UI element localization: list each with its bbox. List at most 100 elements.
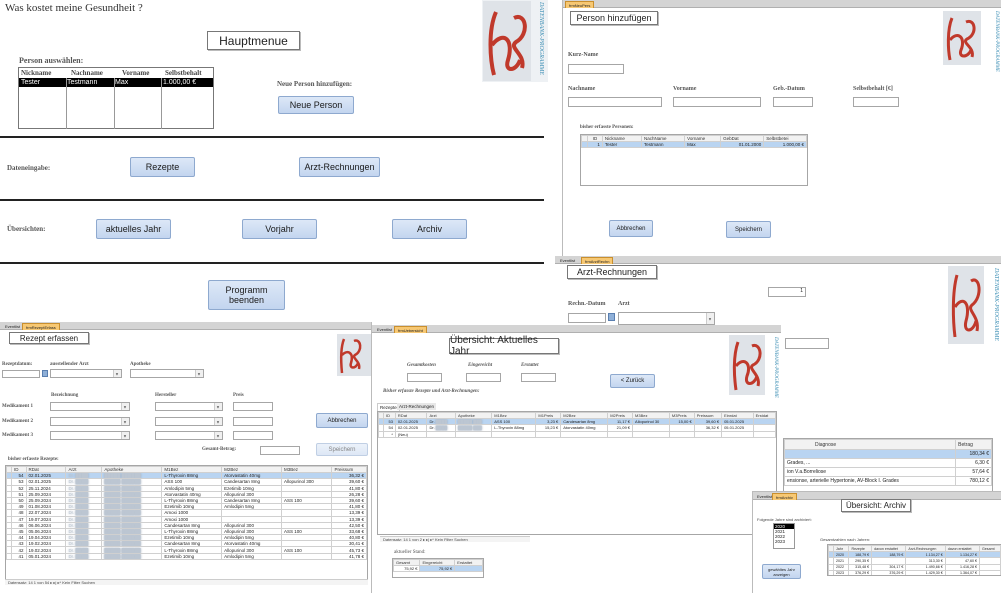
person-save-button[interactable]: Speichern — [726, 221, 771, 238]
rezept-datum-input[interactable] — [2, 370, 40, 378]
uebersicht-status-bar[interactable]: Datensatz: 14 1 von 2 ▸ ▸| ▸* Kein Filte… — [380, 536, 530, 542]
rezept-cancel-button[interactable]: Abbrechen — [316, 413, 368, 428]
arzt-select[interactable]: ▼ — [618, 312, 715, 325]
med1-maker-select[interactable]: ▼ — [155, 402, 223, 411]
kurzname-input[interactable] — [568, 64, 624, 74]
logo-text: DATENBANK-PROGRAMME — [993, 268, 999, 342]
prev-year-button[interactable]: Vorjahr — [242, 219, 317, 239]
tab-person-form[interactable]: frmNeuPers — [565, 1, 595, 8]
totals-label: Gesamtzahlen nach Jahren: — [820, 537, 871, 542]
calendar-icon[interactable] — [608, 313, 615, 321]
tab-uebersicht-form[interactable]: frmUebersicht — [394, 326, 427, 333]
med3-select[interactable]: ▼ — [50, 431, 130, 440]
obscured-name: ████ — [434, 419, 448, 425]
selbst-input[interactable] — [853, 97, 899, 107]
persons-grid[interactable]: ID Nickname NachName Vorname GebDat Selb… — [580, 134, 808, 186]
table-row[interactable]: 54 02.01.2025 Dr. ████ █████ ███ L-Thyroxin … — [378, 424, 776, 432]
new-person-button[interactable]: Neue Person — [278, 96, 354, 114]
med3-maker-select[interactable]: ▼ — [155, 431, 223, 440]
doctor-bills-button[interactable]: Arzt-Rechnungen — [299, 157, 380, 177]
table-cell — [668, 430, 695, 438]
table-row[interactable]: ensionse, arterielle Hypertonie, AV-Bloc… — [784, 476, 992, 486]
table-row[interactable]: Grades, ... 6,30 € — [784, 458, 992, 468]
table-row[interactable]: 180,34 € — [784, 449, 992, 459]
table-cell: 376,29 € — [848, 569, 873, 575]
person-nickname: Tester — [21, 79, 41, 86]
tab-archiv-form[interactable]: frmArchiv — [772, 493, 797, 500]
tab-rezept-form[interactable]: frmRezeptErfass — [22, 323, 60, 330]
table-cell: 41,78 € — [331, 552, 367, 560]
quit-button[interactable]: Programm beenden — [208, 280, 285, 310]
table-row[interactable]: 2023 376,29 €376,29 €1.429,30 €1.364,07 € — [828, 569, 1001, 575]
table-cell — [426, 430, 456, 438]
tab-arzt-form[interactable]: frmArztRechn — [581, 257, 614, 264]
obscured-name: █████ ██████ — [104, 528, 141, 534]
tab-eventlist[interactable]: Eventlist — [557, 257, 578, 264]
med2-select[interactable]: ▼ — [50, 417, 130, 426]
med2-maker-select[interactable]: ▼ — [155, 417, 223, 426]
obscured-name: ████ — [74, 504, 89, 510]
years-list[interactable]: 2020 2021 2022 2023 — [773, 523, 795, 549]
back-button[interactable]: < Zurück — [610, 374, 655, 388]
diagnose-grid[interactable]: Diagnose Betrag 180,34 € Grades, ... 6,30… — [783, 438, 993, 494]
obscured-name: █████ ██████ — [104, 510, 141, 516]
subtab-arzt[interactable]: Arzt-Rechnungen — [397, 403, 437, 410]
vorname-input[interactable] — [673, 97, 761, 107]
archiv-grid[interactable]: Jahr Rezepte davon erstattet Arzt-Rechnunge… — [827, 544, 1001, 576]
table-row[interactable]: 1 Tester Testmann Max 01.01.2000 1.000,0… — [581, 141, 807, 149]
tab-eventlist[interactable]: Eventlist — [2, 323, 23, 330]
current-year-button[interactable]: aktuelles Jahr — [96, 219, 171, 239]
recipes-status-bar[interactable]: Datensatz: 14 1 von 54 ▸ ▸| ▸* Kein Filt… — [5, 579, 368, 585]
selbst-label: Selbstbehalt [€] — [853, 86, 893, 92]
med1-select[interactable]: ▼ — [50, 402, 130, 411]
archived-years-label: Folgende Jahre sind archiviert: — [757, 517, 812, 522]
apotheke-select[interactable]: ▼ — [130, 369, 204, 378]
arzt-select[interactable]: ▼ — [50, 369, 122, 378]
person-list[interactable]: Nickname Nachname Vorname Selbstbehalt T… — [18, 67, 214, 129]
table-row[interactable]: 41 05.01.2024 Dr. ████ █████ ██████ Ezetimib… — [6, 552, 367, 560]
med3-price-input[interactable] — [233, 431, 273, 440]
logo-h-icon — [943, 11, 981, 65]
archive-button[interactable]: Archiv — [392, 219, 467, 239]
logo-text: DATENBANK-PROGRAMME — [773, 337, 778, 398]
med1-price-input[interactable] — [233, 402, 273, 411]
recipes-button[interactable]: Rezepte — [130, 157, 195, 177]
obscured-name: █████ ██████ — [104, 473, 141, 479]
show-year-button[interactable]: gewähltes Jahr anzeigen — [762, 564, 801, 579]
person-form-title: Person hinzufügen — [570, 11, 658, 25]
table-row[interactable]: * (Neu) — [378, 430, 776, 438]
nachname-input[interactable] — [568, 97, 662, 107]
tab-eventlist[interactable]: Eventlist — [374, 326, 395, 333]
kurzname-label: Kurz-Name — [568, 52, 599, 58]
table-row[interactable]: 53 02.01.2025 Dr. ████ █████ ███ ASS 100 3,23… — [378, 418, 776, 426]
obscured-name: ████ — [74, 491, 89, 497]
table-cell — [632, 430, 670, 438]
divider-1 — [0, 136, 544, 138]
chevron-down-icon: ▼ — [123, 432, 127, 438]
geb-input[interactable] — [773, 97, 813, 107]
col-diagnose[interactable]: Diagnose — [784, 439, 957, 450]
table-row[interactable]: 75,92 € 75,92 € — [393, 565, 483, 573]
list-item[interactable]: 2023 — [774, 539, 794, 544]
obscured-name: █████ ██████ — [104, 535, 141, 541]
obscured-name: ████ — [74, 516, 89, 522]
rechn-datum-label: Rechn.-Datum — [568, 301, 606, 307]
rezept-save-button[interactable]: Speichern — [316, 443, 368, 456]
arzt-extra-field[interactable] — [785, 338, 829, 349]
rechn-datum-input[interactable] — [568, 313, 606, 323]
stand-grid[interactable]: Gesamt Eingereicht Erstattet 75,92 € 75,… — [392, 558, 484, 578]
table-cell: 376,29 € — [871, 569, 907, 575]
company-logo-3: DATENBANK-PROGRAMME — [947, 265, 1001, 345]
person-cancel-button[interactable]: Abbrechen — [609, 220, 653, 237]
recipes-grid[interactable]: ID RDat Arzt Apotheke M1Bez M2Bez M3Bez Preissu… — [5, 465, 368, 585]
chevron-down-icon: ▼ — [197, 370, 201, 376]
person-vorname: Max — [115, 79, 129, 86]
table-row[interactable]: ion V.a.Borreliose 57,64 € — [784, 467, 992, 477]
uebersicht-grid[interactable]: ID RDat Arzt Apotheke M1Bez M1Preis M2Bez M2Pre… — [377, 411, 777, 535]
arzt-form-title: Arzt-Rechnungen — [567, 265, 657, 279]
person-row-selected[interactable]: Tester Testmann Max 1.000,00 € — [19, 78, 213, 87]
calendar-icon[interactable] — [42, 370, 48, 377]
table-cell: Amlodipin 5mg — [221, 552, 283, 560]
col-betrag[interactable]: Betrag — [955, 439, 992, 450]
med2-price-input[interactable] — [233, 417, 273, 426]
